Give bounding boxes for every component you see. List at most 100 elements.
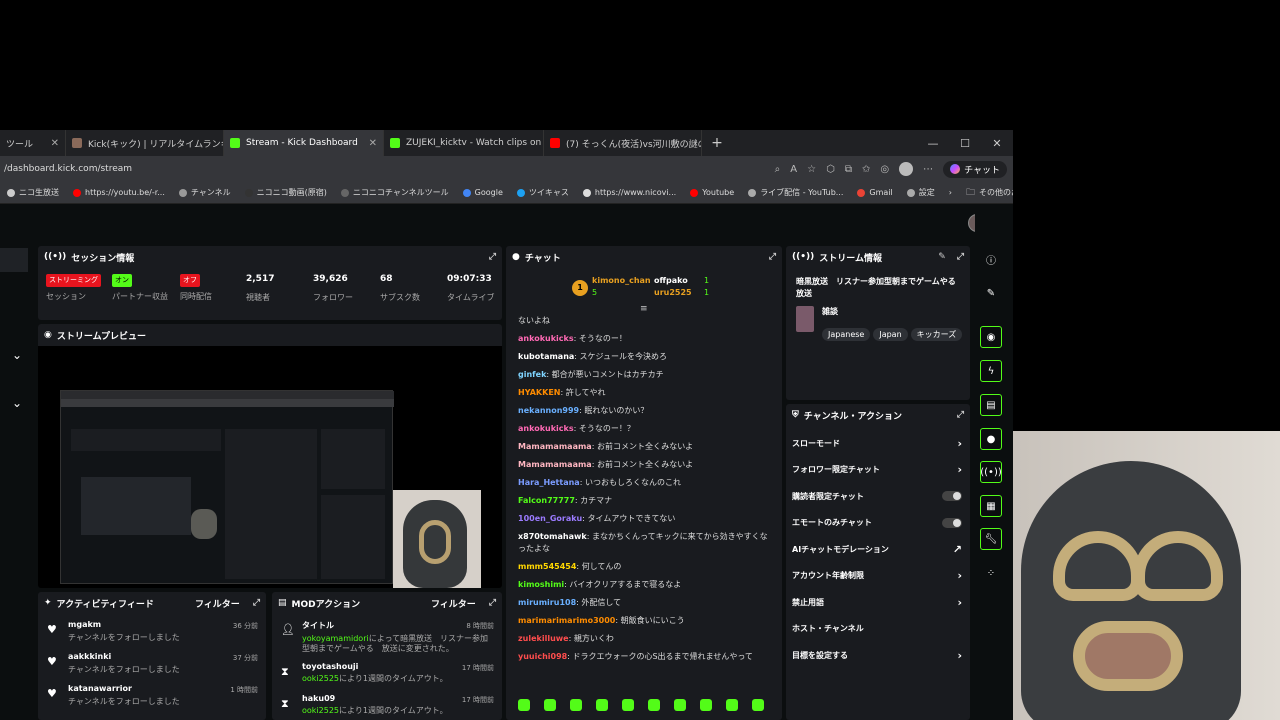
emote-icon[interactable] — [726, 699, 738, 711]
toggle-switch[interactable] — [942, 517, 962, 528]
chat-username[interactable]: Hara_Hettana — [518, 478, 580, 487]
tab-kick-dashboard[interactable]: Stream - Kick Dashboard ✕ — [224, 130, 384, 156]
tab-youtube[interactable]: (7) そっくん(夜活)vs河川敷の謎の中国 ✕ — [544, 130, 702, 156]
chat-username[interactable]: ankokukicks — [518, 424, 574, 433]
extension-icon[interactable]: ⬡ — [826, 164, 835, 175]
favorite-star-icon[interactable]: ☆ — [807, 164, 816, 175]
channel-action-item[interactable]: 目標を設定する › — [786, 642, 970, 669]
bookmark-item[interactable]: チャンネル — [172, 187, 238, 198]
tab-zujeki[interactable]: ZUJEKI_kicktv - Watch clips on Kick ✕ — [384, 130, 544, 156]
bookmark-item[interactable]: ニコ生放送 — [0, 187, 66, 198]
bookmark-item[interactable]: ニコニコ動画(原宿) — [238, 187, 334, 198]
emote-icon[interactable] — [544, 699, 556, 711]
mod-username[interactable]: ooki2525 — [302, 674, 339, 683]
tab-tools[interactable]: ツール ✕ — [0, 130, 66, 156]
lightning-icon[interactable]: ϟ — [980, 360, 1002, 382]
expand-icon[interactable]: ⤢ — [489, 598, 496, 608]
emote-icon[interactable] — [700, 699, 712, 711]
edit-pencil-icon[interactable]: ✎ — [938, 252, 946, 262]
channel-action-item[interactable]: スローモード › — [786, 430, 970, 457]
emote-icon[interactable] — [648, 699, 660, 711]
expand-icon[interactable]: ⤢ — [253, 598, 260, 608]
bookmark-item[interactable]: https://www.nicovi... — [576, 188, 683, 197]
wrench-icon[interactable]: 🔧︎ — [980, 528, 1002, 550]
copilot-icon[interactable]: ◎ — [880, 164, 889, 175]
mod-username[interactable]: ooki2525 — [302, 706, 339, 715]
filter-button[interactable]: フィルター — [195, 597, 240, 610]
chat-username[interactable]: HYAKKEN — [518, 388, 560, 397]
maximize-icon[interactable]: ☐ — [949, 137, 981, 150]
emote-icon[interactable] — [622, 699, 634, 711]
profile-avatar[interactable] — [899, 162, 914, 176]
expand-icon[interactable]: ⤢ — [957, 252, 964, 262]
emote-icon[interactable] — [570, 699, 582, 711]
chat-username[interactable]: mmm545454 — [518, 562, 576, 571]
bookmarks-chevron-icon[interactable]: › — [942, 188, 959, 197]
chat-username[interactable]: ankokukicks — [518, 334, 574, 343]
channel-action-item[interactable]: 禁止用語 › — [786, 589, 970, 616]
chat-username[interactable]: zulekilluwe — [518, 634, 569, 643]
minimize-icon[interactable]: — — [917, 137, 949, 150]
chat-username[interactable]: nekannon999 — [518, 406, 579, 415]
expand-icon[interactable]: ⤢ — [489, 252, 496, 262]
zoom-icon[interactable]: ⌕ — [775, 164, 781, 175]
bookmark-item[interactable]: Youtube — [683, 188, 741, 197]
copilot-chat-button[interactable]: チャット — [943, 160, 1007, 178]
broadcast-icon[interactable]: ((•)) — [980, 461, 1002, 483]
edit-pencil-icon[interactable]: ✎ — [980, 282, 1002, 304]
bookmark-item[interactable]: https://youtu.be/-r... — [66, 188, 172, 197]
expand-icon[interactable]: ⤢ — [769, 252, 776, 262]
url-field[interactable]: /dashboard.kick.com/stream — [0, 164, 132, 174]
channel-action-item[interactable]: AIチャットモデレーション ↗ — [786, 536, 970, 563]
close-tab-icon[interactable]: ✕ — [369, 138, 377, 149]
channel-action-item[interactable]: アカウント年齢制限 › — [786, 563, 970, 590]
bookmark-item[interactable]: Google — [456, 188, 510, 197]
dashboard-icon[interactable]: ▦ — [980, 495, 1002, 517]
emote-icon[interactable] — [518, 699, 530, 711]
info-icon[interactable]: ⓘ — [980, 248, 1002, 270]
stream-preview-toggle-icon[interactable]: ◉ — [980, 326, 1002, 348]
favorites-icon[interactable]: ✩ — [862, 164, 870, 175]
chat-username[interactable]: Falcon77777 — [518, 496, 575, 505]
emote-icon[interactable] — [596, 699, 608, 711]
other-bookmarks[interactable]: 🗀その他のお気に入り — [959, 185, 1013, 201]
emote-icon[interactable] — [674, 699, 686, 711]
more-menu-icon[interactable]: ⋯ — [923, 164, 933, 175]
chevron-down-icon[interactable]: ⌄ — [12, 396, 22, 410]
bookmark-item[interactable]: ツイキャス — [510, 187, 576, 198]
new-tab-button[interactable]: + — [702, 135, 732, 151]
emote-icon[interactable] — [752, 699, 764, 711]
bookmark-item[interactable]: 設定 — [900, 187, 942, 198]
chat-username[interactable]: Mamamamaama — [518, 460, 592, 469]
chat-username[interactable]: kimoshimi — [518, 580, 564, 589]
chat-username[interactable]: ginfek — [518, 370, 546, 379]
chat-username[interactable]: mirumiru108 — [518, 598, 576, 607]
chat-username[interactable]: marimarimarimo3000 — [518, 616, 615, 625]
close-window-icon[interactable]: ✕ — [981, 137, 1013, 150]
collections-icon[interactable]: ⧉ — [845, 164, 852, 175]
read-aloud-icon[interactable]: A — [790, 164, 797, 175]
toggle-switch[interactable] — [942, 491, 962, 502]
clipboard-icon[interactable]: ▤ — [980, 394, 1002, 416]
mod-username[interactable]: yokoyamamidori — [302, 634, 369, 643]
channel-action-item[interactable]: エモートのみチャット — [786, 510, 970, 537]
channel-action-item[interactable]: ホスト・チャンネル — [786, 616, 970, 643]
chat-bubble-icon[interactable]: ● — [980, 428, 1002, 450]
bookmark-item[interactable]: ライブ配信 - YouTub... — [741, 187, 850, 198]
chat-username[interactable]: x870tomahawk — [518, 532, 587, 541]
chevron-down-icon[interactable]: ⌄ — [12, 348, 22, 362]
filter-button[interactable]: フィルター — [431, 597, 476, 610]
chat-username[interactable]: Mamamamaama — [518, 442, 592, 451]
channel-action-item[interactable]: 購読者限定チャット — [786, 483, 970, 510]
sidebar-selected-item[interactable] — [0, 248, 28, 272]
chat-username[interactable]: yuuichi098 — [518, 652, 567, 661]
tab-ranking[interactable]: Kick(キック) | リアルタイムランキング ✕ — [66, 130, 224, 156]
bookmark-item[interactable]: ニコニコチャンネルツール — [334, 187, 456, 198]
expand-icon[interactable]: ⤢ — [957, 410, 964, 420]
close-tab-icon[interactable]: ✕ — [51, 138, 59, 149]
apps-icon[interactable]: ⁘ — [980, 562, 1002, 584]
channel-action-item[interactable]: フォロワー限定チャット › — [786, 457, 970, 484]
chat-username[interactable]: 100en_Goraku — [518, 514, 582, 523]
chat-username[interactable]: kubotamana — [518, 352, 574, 361]
bookmark-item[interactable]: Gmail — [850, 188, 899, 197]
